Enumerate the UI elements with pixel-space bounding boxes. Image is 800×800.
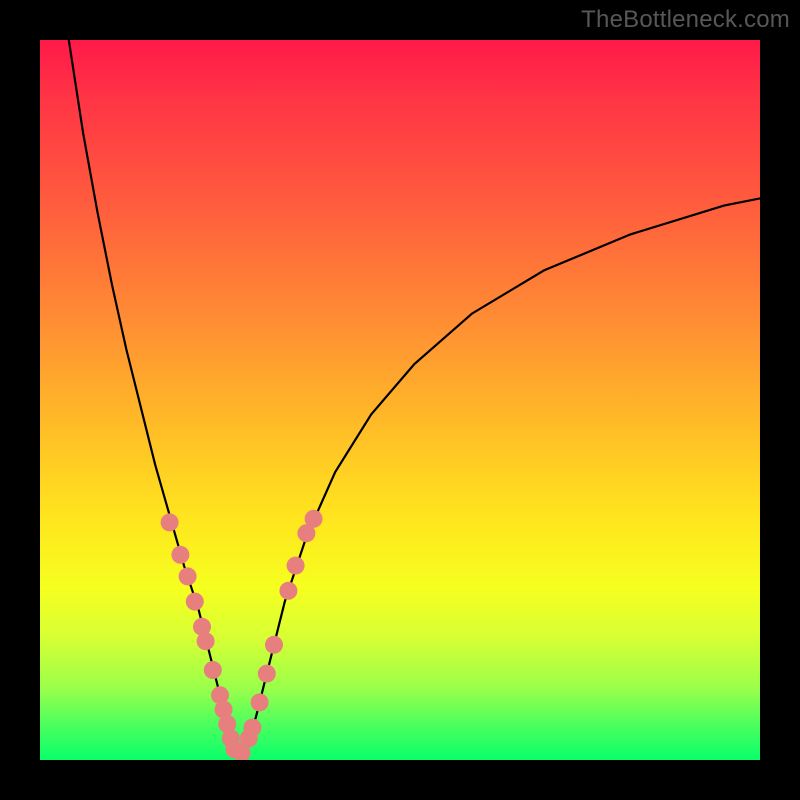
marker-point xyxy=(186,593,204,611)
marker-point xyxy=(258,665,276,683)
marker-point xyxy=(171,546,189,564)
chart-frame: TheBottleneck.com xyxy=(0,0,800,800)
marker-point xyxy=(265,636,283,654)
marker-point xyxy=(279,582,297,600)
marker-point xyxy=(305,510,323,528)
plot-area xyxy=(40,40,760,760)
marker-point xyxy=(204,661,222,679)
marker-point xyxy=(287,557,305,575)
curve-right-branch xyxy=(242,198,760,752)
watermark-text: TheBottleneck.com xyxy=(581,6,790,34)
marker-point xyxy=(197,632,215,650)
markers-group xyxy=(161,510,323,760)
marker-point xyxy=(243,719,261,737)
marker-point xyxy=(251,693,269,711)
curve-left-branch xyxy=(69,40,242,753)
marker-point xyxy=(179,567,197,585)
series-group xyxy=(69,40,760,753)
plot-overlay-svg xyxy=(40,40,760,760)
marker-point xyxy=(161,513,179,531)
